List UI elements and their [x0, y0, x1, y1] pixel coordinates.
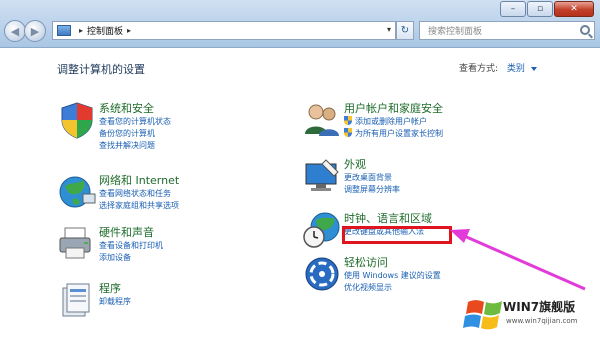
category-title-user-accounts[interactable]: 用户帐户和家庭安全 [344, 100, 443, 116]
uac-shield-icon [344, 116, 352, 125]
address-dropdown-icon[interactable]: ▾ [387, 25, 391, 34]
watermark-url: www.win7qijian.com [506, 317, 578, 325]
uac-shield-icon [344, 128, 352, 137]
category-title-appearance[interactable]: 外观 [344, 156, 366, 172]
globe-network-icon[interactable] [57, 172, 97, 212]
printer-icon[interactable] [57, 224, 97, 264]
category-user-accounts: 用户帐户和家庭安全 添加或删除用户帐户 为所有用户设置家长控制 [302, 100, 522, 150]
users-icon[interactable] [302, 100, 342, 140]
breadcrumb-control-panel[interactable]: 控制面板 [87, 24, 123, 37]
link-screen-resolution[interactable]: 调整屏幕分辨率 [344, 184, 400, 196]
link-devices-printers[interactable]: 查看设备和打印机 [99, 240, 163, 252]
search-input[interactable]: 搜索控制面板 [419, 21, 595, 40]
breadcrumb-separator[interactable]: ▸ [127, 26, 131, 35]
link-homegroup-sharing[interactable]: 选择家庭组和共享选项 [99, 200, 179, 212]
chevron-down-icon[interactable] [530, 66, 537, 71]
link-backup-computer[interactable]: 备份您的计算机 [99, 128, 171, 140]
category-hardware-sound: 硬件和声音 查看设备和打印机 添加设备 [57, 224, 277, 272]
link-parental-controls[interactable]: 为所有用户设置家长控制 [344, 128, 443, 140]
ease-of-access-icon[interactable] [302, 254, 342, 294]
close-button[interactable]: ✕ [554, 1, 594, 17]
back-button[interactable]: ◀ [4, 20, 26, 42]
view-by: 查看方式: 类别 [459, 61, 537, 74]
link-uninstall-program[interactable]: 卸载程序 [99, 296, 131, 308]
category-appearance: 外观 更改桌面背景 调整屏幕分辨率 [302, 156, 522, 202]
back-arrow-icon: ◀ [10, 24, 20, 38]
link-add-device[interactable]: 添加设备 [99, 252, 163, 264]
address-bar[interactable]: ▸ 控制面板 ▸ ▾ [52, 21, 396, 40]
category-title-ease-of-access[interactable]: 轻松访问 [344, 254, 388, 270]
link-optimize-display[interactable]: 优化视频显示 [344, 282, 441, 294]
search-placeholder: 搜索控制面板 [428, 27, 483, 37]
category-title-network[interactable]: 网络和 Internet [99, 172, 179, 188]
search-icon[interactable] [580, 25, 590, 35]
view-by-label: 查看方式: [459, 64, 499, 74]
title-bar: – ▫ ✕ ◀ ▶ ▸ 控制面板 ▸ ▾ ↻ 搜索控制面板 [0, 0, 600, 48]
link-network-status[interactable]: 查看网络状态和任务 [99, 188, 179, 200]
annotation-arrow-icon [450, 229, 586, 291]
category-title-clock[interactable]: 时钟、语言和区域 [344, 210, 432, 226]
link-view-computer-status[interactable]: 查看您的计算机状态 [99, 116, 171, 128]
programs-icon[interactable] [57, 280, 97, 320]
breadcrumb-separator: ▸ [79, 26, 84, 35]
highlight-box [342, 226, 452, 244]
page-title: 调整计算机的设置 [57, 63, 145, 76]
view-by-dropdown[interactable]: 类别 [507, 64, 525, 74]
navigation-bar: ◀ ▶ ▸ 控制面板 ▸ ▾ ↻ 搜索控制面板 [0, 17, 600, 45]
link-add-remove-accounts[interactable]: 添加或删除用户帐户 [344, 116, 443, 128]
link-troubleshoot[interactable]: 查找并解决问题 [99, 140, 171, 152]
category-title-hardware[interactable]: 硬件和声音 [99, 224, 154, 240]
category-system-security: 系统和安全 查看您的计算机状态 备份您的计算机 查找并解决问题 [57, 100, 277, 160]
watermark-text: WIN7旗舰版 [503, 300, 576, 314]
forward-button[interactable]: ▶ [24, 20, 46, 42]
shield-icon[interactable] [57, 100, 97, 140]
category-title-system-security[interactable]: 系统和安全 [99, 100, 154, 116]
link-change-background[interactable]: 更改桌面背景 [344, 172, 400, 184]
refresh-button[interactable]: ↻ [396, 21, 414, 40]
monitor-appearance-icon[interactable] [302, 156, 342, 196]
category-network-internet: 网络和 Internet 查看网络状态和任务 选择家庭组和共享选项 [57, 172, 277, 220]
window-controls: – ▫ ✕ [499, 1, 594, 17]
category-programs: 程序 卸载程序 [57, 280, 277, 320]
forward-arrow-icon: ▶ [30, 24, 40, 38]
category-title-programs[interactable]: 程序 [99, 280, 121, 296]
maximize-button[interactable]: ▫ [527, 1, 553, 17]
link-recommended-settings[interactable]: 使用 Windows 建议的设置 [344, 270, 441, 282]
clock-globe-icon[interactable] [302, 210, 342, 250]
control-panel-icon [57, 25, 71, 36]
minimize-button[interactable]: – [500, 1, 526, 17]
